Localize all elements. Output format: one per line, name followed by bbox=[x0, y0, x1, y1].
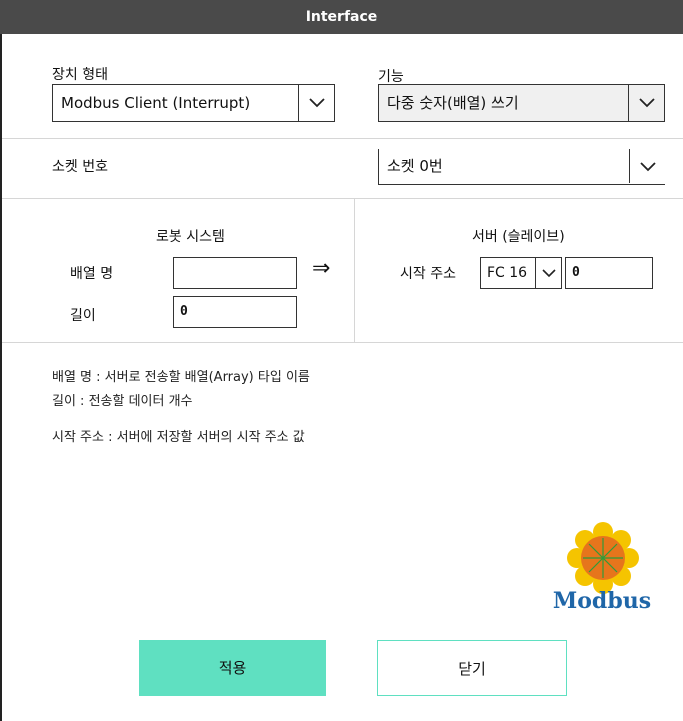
window-title: Interface bbox=[0, 0, 683, 34]
array-name-input[interactable] bbox=[173, 257, 297, 289]
description-array-name: 배열 명 : 서버로 전송할 배열(Array) 타입 이름 bbox=[52, 370, 310, 385]
modbus-logo-text: Modbus bbox=[552, 588, 652, 614]
chevron-down-icon[interactable] bbox=[535, 258, 561, 288]
socket-value: 소켓 0번 bbox=[387, 157, 443, 175]
start-address-input[interactable]: 0 bbox=[565, 257, 653, 289]
apply-button[interactable]: 적용 bbox=[139, 640, 326, 696]
server-header: 서버 (슬레이브) bbox=[472, 229, 565, 245]
close-button[interactable]: 닫기 bbox=[377, 640, 567, 696]
function-label: 기능 bbox=[378, 69, 404, 85]
fc-value: FC 16 bbox=[487, 265, 528, 281]
description-start-address: 시작 주소 : 서버에 저장할 서버의 시작 주소 값 bbox=[52, 430, 305, 445]
device-type-value: Modbus Client (Interrupt) bbox=[61, 94, 251, 112]
length-value: 0 bbox=[180, 304, 188, 319]
chevron-down-icon[interactable] bbox=[629, 149, 665, 183]
description-length: 길이 : 전송할 데이터 개수 bbox=[52, 394, 193, 409]
divider bbox=[2, 138, 683, 139]
modbus-logo: Modbus bbox=[540, 514, 664, 618]
fc-select[interactable]: FC 16 bbox=[480, 257, 562, 289]
arrow-icon: ⇒ bbox=[312, 256, 331, 281]
robot-system-header: 로봇 시스템 bbox=[156, 229, 225, 245]
function-value: 다중 숫자(배열) 쓰기 bbox=[387, 94, 519, 112]
chevron-down-icon[interactable] bbox=[298, 85, 334, 121]
length-input[interactable]: 0 bbox=[173, 296, 297, 328]
start-address-label: 시작 주소 bbox=[400, 266, 456, 282]
start-address-value: 0 bbox=[572, 265, 580, 280]
chevron-down-icon[interactable] bbox=[628, 85, 664, 121]
device-type-label: 장치 형태 bbox=[52, 67, 108, 83]
device-type-select[interactable]: Modbus Client (Interrupt) bbox=[52, 84, 335, 122]
length-label: 길이 bbox=[70, 308, 96, 324]
divider bbox=[2, 342, 683, 343]
function-select[interactable]: 다중 숫자(배열) 쓰기 bbox=[378, 84, 665, 122]
socket-label: 소켓 번호 bbox=[52, 159, 108, 175]
section-divider bbox=[354, 198, 355, 342]
array-name-label: 배열 명 bbox=[70, 266, 114, 282]
socket-select[interactable]: 소켓 0번 bbox=[378, 149, 665, 185]
divider bbox=[2, 198, 683, 199]
